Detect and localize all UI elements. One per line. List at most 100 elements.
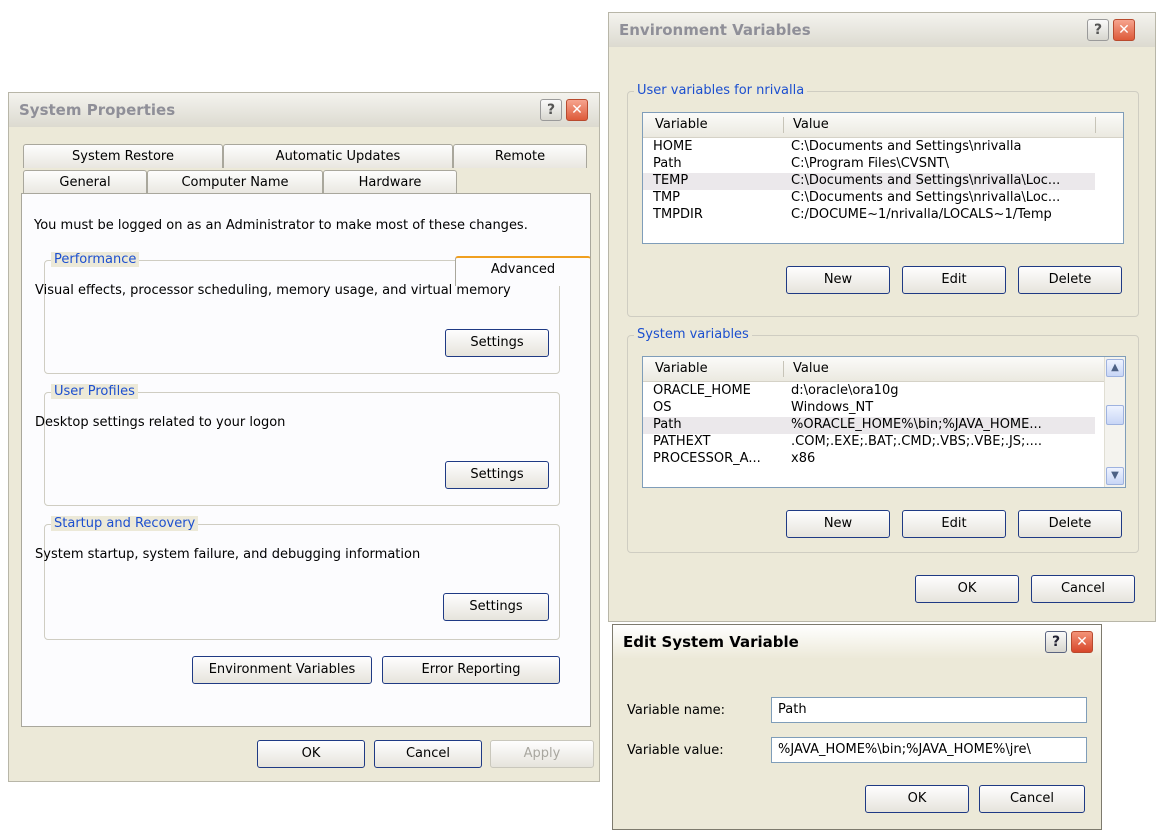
system-variables-group: System variables Variable Value ORACLE_H… — [627, 327, 1139, 553]
variable-name-cell: OS — [653, 400, 672, 415]
window-title: System Properties — [19, 101, 176, 119]
user-list-header: Variable Value — [643, 113, 1123, 138]
variable-value-cell: C:\Program Files\CVSNT\ — [791, 156, 949, 171]
apply-button[interactable]: Apply — [490, 740, 594, 768]
column-separator[interactable] — [783, 361, 784, 377]
cancel-button[interactable]: Cancel — [374, 740, 482, 768]
variable-value-cell: Windows_NT — [791, 400, 874, 415]
startup-recovery-legend: Startup and Recovery — [51, 516, 199, 531]
tab-general[interactable]: General — [23, 170, 147, 194]
user-profiles-legend: User Profiles — [51, 384, 138, 399]
system-row[interactable]: OS Windows_NT — [643, 400, 1095, 417]
user-profiles-group: User Profiles Desktop settings related t… — [35, 384, 560, 506]
variable-value-cell: .COM;.EXE;.BAT;.CMD;.VBS;.VBE;.JS;.... — [791, 434, 1042, 449]
performance-description: Visual effects, processor scheduling, me… — [35, 283, 511, 298]
system-row[interactable]: Path %ORACLE_HOME%\bin;%JAVA_HOME... — [643, 417, 1095, 434]
variable-value-label: Variable value: — [627, 743, 724, 758]
variable-value-field[interactable]: %JAVA_HOME%\bin;%JAVA_HOME%\jre\ — [771, 737, 1087, 763]
startup-recovery-description: System startup, system failure, and debu… — [35, 547, 421, 562]
system-variables-legend: System variables — [634, 327, 752, 342]
variable-name-label: Variable name: — [627, 703, 726, 718]
variable-value-cell: C:\Documents and Settings\nrivalla\Loc..… — [791, 173, 1061, 188]
startup-recovery-settings-button[interactable]: Settings — [443, 593, 549, 621]
tab-automatic-updates[interactable]: Automatic Updates — [223, 144, 453, 168]
user-delete-button[interactable]: Delete — [1018, 266, 1122, 294]
tab-computer-name[interactable]: Computer Name — [147, 170, 323, 194]
variable-name-cell: Path — [653, 156, 682, 171]
system-edit-button[interactable]: Edit — [902, 510, 1006, 538]
user-profiles-settings-button[interactable]: Settings — [445, 461, 549, 489]
user-profiles-description: Desktop settings related to your logon — [35, 415, 286, 430]
variable-value-cell: C:\Documents and Settings\nrivalla — [791, 139, 1022, 154]
tab-remote[interactable]: Remote — [453, 144, 587, 168]
variable-column-header[interactable]: Variable — [655, 361, 708, 376]
startup-recovery-group: Startup and Recovery System startup, sys… — [35, 516, 560, 640]
user-variables-legend: User variables for nrivalla — [634, 83, 808, 98]
system-row[interactable]: PATHEXT .COM;.EXE;.BAT;.CMD;.VBS;.VBE;.JS… — [643, 434, 1095, 451]
help-icon[interactable]: ? — [540, 99, 562, 121]
user-new-button[interactable]: New — [786, 266, 890, 294]
error-reporting-button[interactable]: Error Reporting — [382, 656, 560, 684]
column-separator[interactable] — [1095, 117, 1096, 133]
system-row[interactable]: PROCESSOR_A... x86 — [643, 451, 1095, 468]
system-list-scrollbar[interactable]: ▲ ▼ — [1104, 357, 1125, 487]
variable-name-cell: HOME — [653, 139, 693, 154]
close-icon[interactable]: ✕ — [566, 99, 588, 121]
variable-name-cell: TMPDIR — [653, 207, 703, 222]
variable-name-field[interactable]: Path — [771, 697, 1087, 723]
value-column-header[interactable]: Value — [793, 361, 829, 376]
system-new-button[interactable]: New — [786, 510, 890, 538]
close-icon[interactable]: ✕ — [1071, 631, 1093, 653]
user-row[interactable]: HOME C:\Documents and Settings\nrivalla — [643, 139, 1095, 156]
tab-advanced[interactable]: Advanced — [455, 256, 591, 286]
variable-name-cell: PROCESSOR_A... — [653, 451, 761, 466]
window-title: Edit System Variable — [623, 633, 799, 651]
environment-variables-button[interactable]: Environment Variables — [192, 656, 372, 684]
variable-value-cell: x86 — [791, 451, 816, 466]
system-properties-titlebar[interactable]: System Properties ? ✕ — [9, 93, 599, 127]
help-icon[interactable]: ? — [1045, 631, 1067, 653]
system-row[interactable]: ORACLE_HOME d:\oracle\ora10g — [643, 383, 1095, 400]
environment-variables-titlebar[interactable]: Environment Variables ? ✕ — [609, 13, 1155, 47]
variable-value-cell: C:\Documents and Settings\nrivalla\Loc..… — [791, 190, 1061, 205]
column-separator[interactable] — [783, 117, 784, 133]
value-column-header[interactable]: Value — [793, 117, 829, 132]
ok-button[interactable]: OK — [257, 740, 365, 768]
edit-system-variable-titlebar[interactable]: Edit System Variable ? ✕ — [613, 625, 1101, 659]
user-variables-list[interactable]: Variable Value HOME C:\Documents and Sett… — [642, 112, 1124, 244]
variable-column-header[interactable]: Variable — [655, 117, 708, 132]
variable-value-cell: %ORACLE_HOME%\bin;%JAVA_HOME... — [791, 417, 1042, 432]
user-row[interactable]: TEMP C:\Documents and Settings\nrivalla\L… — [643, 173, 1095, 190]
edit-system-variable-window: Edit System Variable ? ✕ Variable name: … — [612, 624, 1102, 830]
variable-name-cell: TMP — [653, 190, 680, 205]
performance-legend: Performance — [51, 252, 140, 267]
user-row[interactable]: TMP C:\Documents and Settings\nrivalla\Lo… — [643, 190, 1095, 207]
cancel-button[interactable]: Cancel — [1031, 575, 1135, 603]
system-properties-window: System Properties ? ✕ System Restore Aut… — [8, 92, 600, 782]
variable-name-cell: PATHEXT — [653, 434, 711, 449]
performance-settings-button[interactable]: Settings — [445, 329, 549, 357]
system-variables-list[interactable]: Variable Value ORACLE_HOME d:\oracle\ora1… — [642, 356, 1126, 488]
variable-value-cell: C:/DOCUME~1/nrivalla/LOCALS~1/Temp — [791, 207, 1052, 222]
system-list-header: Variable Value — [643, 357, 1105, 382]
ok-button[interactable]: OK — [915, 575, 1019, 603]
scroll-up-icon[interactable]: ▲ — [1106, 359, 1124, 377]
scroll-down-icon[interactable]: ▼ — [1106, 467, 1124, 485]
user-variables-group: User variables for nrivalla Variable Val… — [627, 83, 1139, 317]
tab-system-restore[interactable]: System Restore — [23, 144, 223, 168]
variable-value-cell: d:\oracle\ora10g — [791, 383, 899, 398]
admin-notice: You must be logged on as an Administrato… — [34, 218, 528, 233]
ok-button[interactable]: OK — [865, 785, 969, 813]
user-row[interactable]: Path C:\Program Files\CVSNT\ — [643, 156, 1095, 173]
close-icon[interactable]: ✕ — [1113, 19, 1135, 41]
scroll-thumb[interactable] — [1106, 405, 1124, 425]
tab-hardware[interactable]: Hardware — [323, 170, 457, 194]
help-icon[interactable]: ? — [1087, 19, 1109, 41]
window-title: Environment Variables — [619, 21, 811, 39]
user-edit-button[interactable]: Edit — [902, 266, 1006, 294]
system-delete-button[interactable]: Delete — [1018, 510, 1122, 538]
user-row[interactable]: TMPDIR C:/DOCUME~1/nrivalla/LOCALS~1/Temp — [643, 207, 1095, 224]
variable-name-cell: Path — [653, 417, 682, 432]
cancel-button[interactable]: Cancel — [979, 785, 1085, 813]
variable-name-cell: TEMP — [653, 173, 689, 188]
